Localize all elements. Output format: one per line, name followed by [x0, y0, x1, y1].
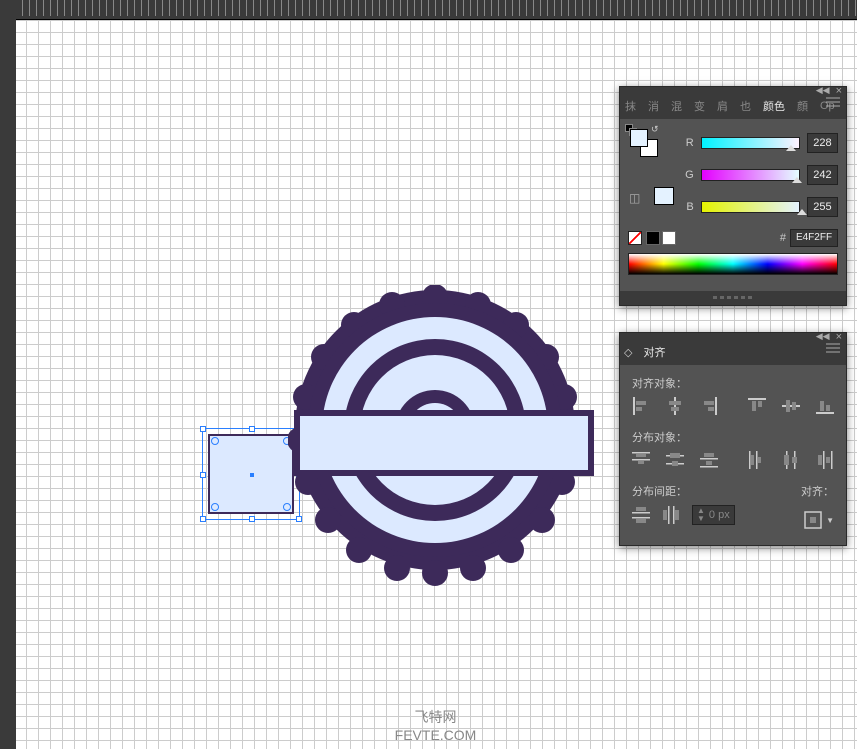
selection-handle-sw[interactable]	[200, 516, 206, 522]
selection-handle-nw[interactable]	[200, 426, 206, 432]
align-left-button[interactable]	[632, 397, 650, 415]
panel-header[interactable]: ◀◀ ×	[620, 87, 846, 93]
color-panel[interactable]: ◀◀ × 抹 消 混 变 肩 也 颜色 顔 Op ↺ ◫ R 228 G	[619, 86, 847, 306]
selection-bounds	[202, 428, 300, 520]
space-v-button[interactable]	[632, 506, 650, 524]
close-icon[interactable]: ×	[836, 85, 842, 97]
ruler-horizontal[interactable]	[16, 0, 857, 16]
g-label: G	[682, 169, 694, 181]
panel-menu-icon[interactable]	[826, 343, 840, 356]
b-slider[interactable]	[702, 202, 799, 212]
fill-stroke-swatch[interactable]: ↺	[628, 127, 658, 157]
current-color-swatch[interactable]	[654, 187, 674, 205]
tab-5[interactable]: 也	[739, 98, 752, 114]
stepper-icon[interactable]: ▲▼	[697, 507, 705, 523]
watermark: 飞特网 FEVTE.COM	[395, 707, 477, 743]
align-to-label: 对齐：	[801, 483, 834, 499]
tab-r0[interactable]: 顔	[796, 98, 809, 114]
rgb-sliders: R 228 G 242 B 255	[682, 127, 838, 223]
tab-4[interactable]: 肩	[716, 98, 729, 114]
panel-menu-icon[interactable]	[826, 97, 840, 110]
selection-center	[250, 473, 254, 477]
panel-tabs: ◇ 对齐	[620, 339, 846, 365]
tab-align[interactable]: 对齐	[642, 344, 666, 360]
corner-widget-nw[interactable]	[211, 437, 219, 445]
g-row: G 242	[682, 159, 838, 191]
watermark-line2: FEVTE.COM	[395, 727, 477, 743]
tab-1[interactable]: 消	[647, 98, 660, 114]
panel-header[interactable]: ◀◀ ×	[620, 333, 846, 339]
collapse-icon[interactable]: ◀◀	[816, 85, 830, 97]
align-panel[interactable]: ◀◀ × ◇ 对齐 对齐对象： 分布对象：	[619, 332, 847, 546]
tab-2[interactable]: 混	[670, 98, 683, 114]
white-swatch[interactable]	[662, 231, 676, 245]
g-slider[interactable]	[702, 170, 799, 180]
distribute-buttons	[632, 451, 834, 469]
align-tab-icon: ◇	[624, 346, 632, 359]
r-value[interactable]: 228	[807, 133, 838, 153]
watermark-line1: 飞特网	[395, 707, 477, 727]
hex-row: # E4F2FF	[628, 229, 838, 247]
align-body: 对齐对象： 分布对象：	[620, 365, 846, 539]
g-value[interactable]: 242	[807, 165, 838, 185]
color-spectrum[interactable]	[628, 253, 838, 275]
b-label: B	[682, 201, 694, 213]
tab-3[interactable]: 变	[693, 98, 706, 114]
ruler-vertical[interactable]	[0, 0, 16, 749]
hex-value[interactable]: E4F2FF	[790, 229, 838, 247]
black-swatch[interactable]	[646, 231, 660, 245]
hex-label: #	[780, 232, 786, 244]
selection-handle-s[interactable]	[249, 516, 255, 522]
panel-resize[interactable]	[620, 291, 846, 305]
align-bottom-button[interactable]	[816, 397, 834, 415]
selection-handle-w[interactable]	[200, 472, 206, 478]
align-vcenter-button[interactable]	[782, 397, 800, 415]
fill-swatch[interactable]	[630, 129, 648, 147]
close-icon[interactable]: ×	[836, 331, 842, 343]
align-top-button[interactable]	[748, 397, 766, 415]
dist-right-button[interactable]	[816, 451, 834, 469]
spacing-row: ▲▼ 0 px	[632, 505, 735, 525]
r-label: R	[682, 137, 694, 149]
spacing-input[interactable]: ▲▼ 0 px	[692, 505, 735, 525]
align-to-artboard-button[interactable]	[804, 511, 822, 529]
cube-3d-icon[interactable]: ◫	[629, 191, 643, 205]
dist-bottom-button[interactable]	[700, 451, 718, 469]
dist-hcenter-button[interactable]	[782, 451, 800, 469]
chevron-down-icon[interactable]: ▼	[826, 516, 834, 525]
r-row: R 228	[682, 127, 838, 159]
spacing-value: 0 px	[709, 509, 730, 521]
dist-left-button[interactable]	[748, 451, 766, 469]
collapse-icon[interactable]: ◀◀	[816, 331, 830, 343]
distribute-section-label: 分布对象：	[632, 429, 834, 445]
align-section-label: 对齐对象：	[632, 375, 834, 391]
spacing-section-label: 分布间距：	[632, 483, 735, 499]
panel-tabs: 抹 消 混 变 肩 也 颜色 顔 Op	[620, 93, 846, 119]
dist-top-button[interactable]	[632, 451, 650, 469]
tab-0[interactable]: 抹	[624, 98, 637, 114]
align-right-button[interactable]	[700, 397, 718, 415]
b-row: B 255	[682, 191, 838, 223]
selection-handle-n[interactable]	[249, 426, 255, 432]
space-h-button[interactable]	[662, 506, 680, 524]
align-buttons	[632, 397, 834, 415]
dist-vcenter-button[interactable]	[666, 451, 684, 469]
badge-ribbon	[294, 410, 594, 476]
align-hcenter-button[interactable]	[666, 397, 684, 415]
badge-artwork[interactable]	[288, 285, 582, 595]
r-slider[interactable]	[702, 138, 799, 148]
tab-color[interactable]: 颜色	[762, 98, 786, 114]
corner-widget-sw[interactable]	[211, 503, 219, 511]
b-value[interactable]: 255	[807, 197, 838, 217]
none-color-icon[interactable]	[628, 231, 642, 245]
